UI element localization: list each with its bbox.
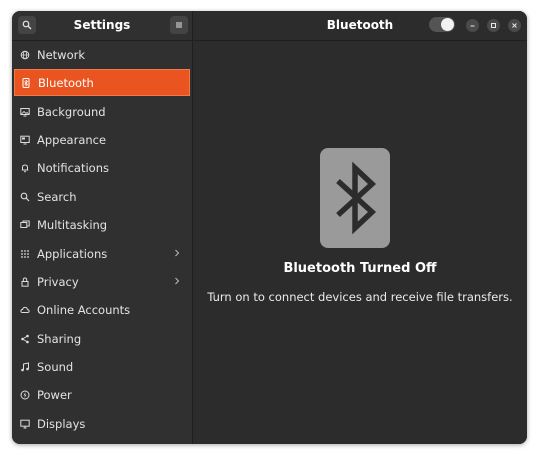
- bell-icon: [20, 163, 30, 173]
- sidebar-item-label: Multitasking: [37, 217, 108, 232]
- sidebar-item-label: Bluetooth: [38, 75, 94, 90]
- bluetooth-disabled-icon: [320, 148, 390, 248]
- background-icon: [20, 107, 30, 117]
- sidebar-item-label: Network: [37, 47, 86, 62]
- main-header: Bluetooth: [193, 11, 527, 41]
- cloud-icon: [20, 305, 30, 315]
- sidebar-item-multitasking[interactable]: Multitasking: [14, 211, 190, 238]
- sidebar-item-network[interactable]: Network: [14, 41, 190, 68]
- sidebar: Network Bluetooth Background Appearance …: [12, 41, 192, 444]
- search-icon: [20, 192, 30, 202]
- bluetooth-icon: [21, 77, 31, 88]
- search-button[interactable]: [18, 16, 36, 34]
- close-button[interactable]: [508, 19, 521, 32]
- minimize-button[interactable]: [466, 19, 479, 32]
- sidebar-item-label: Power: [37, 387, 72, 402]
- sidebar-item-label: Background: [37, 104, 106, 119]
- applications-icon: [20, 249, 30, 259]
- sidebar-item-label: Online Accounts: [37, 302, 131, 317]
- chevron-right-icon: [175, 249, 180, 257]
- sidebar-item-appearance[interactable]: Appearance: [14, 126, 190, 153]
- maximize-button[interactable]: [487, 19, 500, 32]
- bluetooth-panel: Bluetooth Turned Off Turn on to connect …: [193, 41, 527, 444]
- sidebar-item-label: Applications: [37, 246, 108, 261]
- sidebar-item-displays[interactable]: Displays: [14, 410, 190, 437]
- bluetooth-toggle[interactable]: [429, 17, 455, 32]
- sharing-icon: [20, 334, 30, 344]
- close-icon: [512, 23, 517, 28]
- hamburger-menu-icon: [176, 22, 182, 28]
- sidebar-title: Settings: [73, 18, 131, 32]
- display-icon: [20, 419, 30, 429]
- network-icon: [20, 50, 30, 60]
- sidebar-item-sharing[interactable]: Sharing: [14, 325, 190, 352]
- sidebar-item-background[interactable]: Background: [14, 98, 190, 125]
- sidebar-item-online-accounts[interactable]: Online Accounts: [14, 296, 190, 323]
- status-description: Turn on to connect devices and receive f…: [207, 290, 513, 304]
- sidebar-item-label: Sharing: [37, 331, 82, 346]
- maximize-icon: [491, 23, 496, 28]
- menu-button[interactable]: [170, 16, 188, 34]
- chevron-right-icon: [175, 277, 180, 285]
- sidebar-item-bluetooth[interactable]: Bluetooth: [14, 69, 190, 96]
- sidebar-item-label: Sound: [37, 359, 74, 374]
- appearance-icon: [20, 135, 30, 145]
- sidebar-item-privacy[interactable]: Privacy: [14, 268, 190, 295]
- sidebar-header: Settings: [12, 11, 192, 41]
- sidebar-item-applications[interactable]: Applications: [14, 240, 190, 267]
- minimize-icon: [470, 25, 475, 27]
- sidebar-item-label: Appearance: [37, 132, 107, 147]
- sidebar-item-search[interactable]: Search: [14, 183, 190, 210]
- search-icon: [22, 20, 32, 30]
- power-icon: [20, 390, 30, 400]
- multitasking-icon: [20, 220, 30, 230]
- sidebar-item-sound[interactable]: Sound: [14, 353, 190, 380]
- status-title: Bluetooth Turned Off: [283, 261, 437, 276]
- music-note-icon: [20, 361, 30, 372]
- sidebar-item-label: Privacy: [37, 274, 79, 289]
- sidebar-item-label: Displays: [37, 416, 86, 431]
- sidebar-item-power[interactable]: Power: [14, 381, 190, 408]
- lock-icon: [20, 276, 30, 287]
- toggle-knob: [441, 18, 454, 31]
- sidebar-item-notifications[interactable]: Notifications: [14, 154, 190, 181]
- settings-window: Settings Bluetooth Network Bluetooth Bac…: [12, 11, 527, 444]
- sidebar-item-label: Search: [37, 189, 77, 204]
- sidebar-item-label: Notifications: [37, 160, 109, 175]
